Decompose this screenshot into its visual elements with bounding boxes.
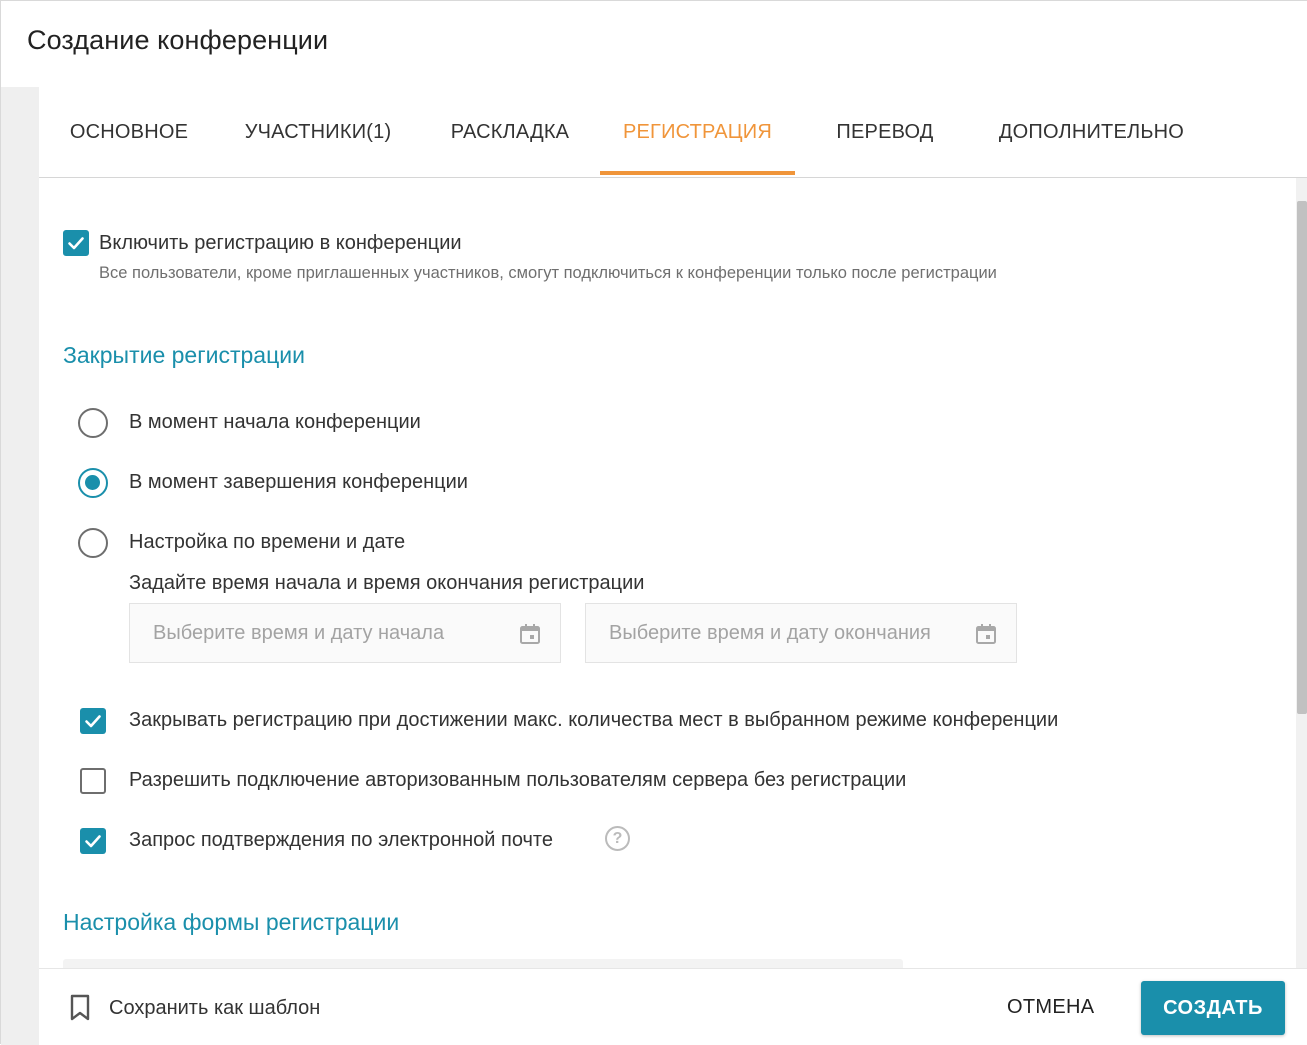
form-section-title: Настройка формы регистрации <box>63 909 400 935</box>
dialog-footer: Сохранить как шаблон ОТМЕНА СОЗДАТЬ <box>39 968 1307 1045</box>
time-range-hint: Задайте время начала и время окончания р… <box>129 572 645 594</box>
help-icon[interactable]: ? <box>605 826 630 851</box>
dialog-title: Создание конференции <box>27 25 329 55</box>
email-confirmation-label: Запрос подтверждения по электронной почт… <box>129 829 553 851</box>
checkmark-icon <box>85 835 101 848</box>
enable-registration-label: Включить регистрацию в конференции <box>99 232 462 254</box>
radio-close-at-start-label: В момент начала конференции <box>129 411 421 433</box>
allow-authorized-users-checkbox[interactable] <box>80 768 106 794</box>
save-as-template-label: Сохранить как шаблон <box>109 996 321 1019</box>
registration-settings-panel: Включить регистрацию в конференции Все п… <box>39 178 1296 968</box>
radio-close-at-start[interactable] <box>78 408 108 438</box>
save-as-template-button[interactable]: Сохранить как шаблон <box>67 991 320 1025</box>
email-confirmation-checkbox[interactable] <box>80 828 106 854</box>
allow-authorized-users-label: Разрешить подключение авторизованным пол… <box>129 769 907 791</box>
start-datetime-placeholder: Выберите время и дату начала <box>153 621 445 644</box>
radio-close-by-datetime-label: Настройка по времени и дате <box>129 531 406 553</box>
tab-participants[interactable]: УЧАСТНИКИ(1) <box>229 87 407 177</box>
create-conference-dialog: Создание конференции ОСНОВНОЕ УЧАСТНИКИ(… <box>0 0 1307 1045</box>
close-at-max-seats-checkbox[interactable] <box>80 708 106 734</box>
radio-close-at-end[interactable] <box>78 468 108 498</box>
checkmark-icon <box>68 237 84 250</box>
end-datetime-field[interactable]: Выберите время и дату окончания <box>585 603 1017 663</box>
tab-layout[interactable]: РАСКЛАДКА <box>431 87 589 177</box>
enable-registration-description: Все пользователи, кроме приглашенных уча… <box>99 264 997 282</box>
create-button[interactable]: СОЗДАТЬ <box>1141 981 1285 1035</box>
enable-registration-checkbox[interactable] <box>63 230 89 256</box>
tab-translation[interactable]: ПЕРЕВОД <box>815 87 955 177</box>
cancel-button[interactable]: ОТМЕНА <box>1007 996 1094 1019</box>
scrollbar-thumb[interactable] <box>1297 201 1307 714</box>
radio-close-at-end-label: В момент завершения конференции <box>129 471 468 493</box>
close-at-max-seats-label: Закрывать регистрацию при достижении мак… <box>129 709 1059 731</box>
closing-section-title: Закрытие регистрации <box>63 342 305 368</box>
end-datetime-placeholder: Выберите время и дату окончания <box>609 621 931 644</box>
bookmark-icon <box>70 994 90 1021</box>
tab-main[interactable]: ОСНОВНОЕ <box>53 87 205 177</box>
calendar-icon[interactable] <box>518 622 542 646</box>
start-datetime-field[interactable]: Выберите время и дату начала <box>129 603 561 663</box>
checkmark-icon <box>85 715 101 728</box>
left-panel-strip <box>1 87 39 1045</box>
calendar-icon[interactable] <box>974 622 998 646</box>
active-tab-indicator <box>600 171 795 175</box>
tab-bar: ОСНОВНОЕ УЧАСТНИКИ(1) РАСКЛАДКА РЕГИСТРА… <box>39 87 1307 178</box>
registration-form-preview <box>63 959 903 968</box>
tab-advanced[interactable]: ДОПОЛНИТЕЛЬНО <box>979 87 1204 177</box>
radio-close-by-datetime[interactable] <box>78 528 108 558</box>
tab-registration[interactable]: РЕГИСТРАЦИЯ <box>600 87 795 177</box>
